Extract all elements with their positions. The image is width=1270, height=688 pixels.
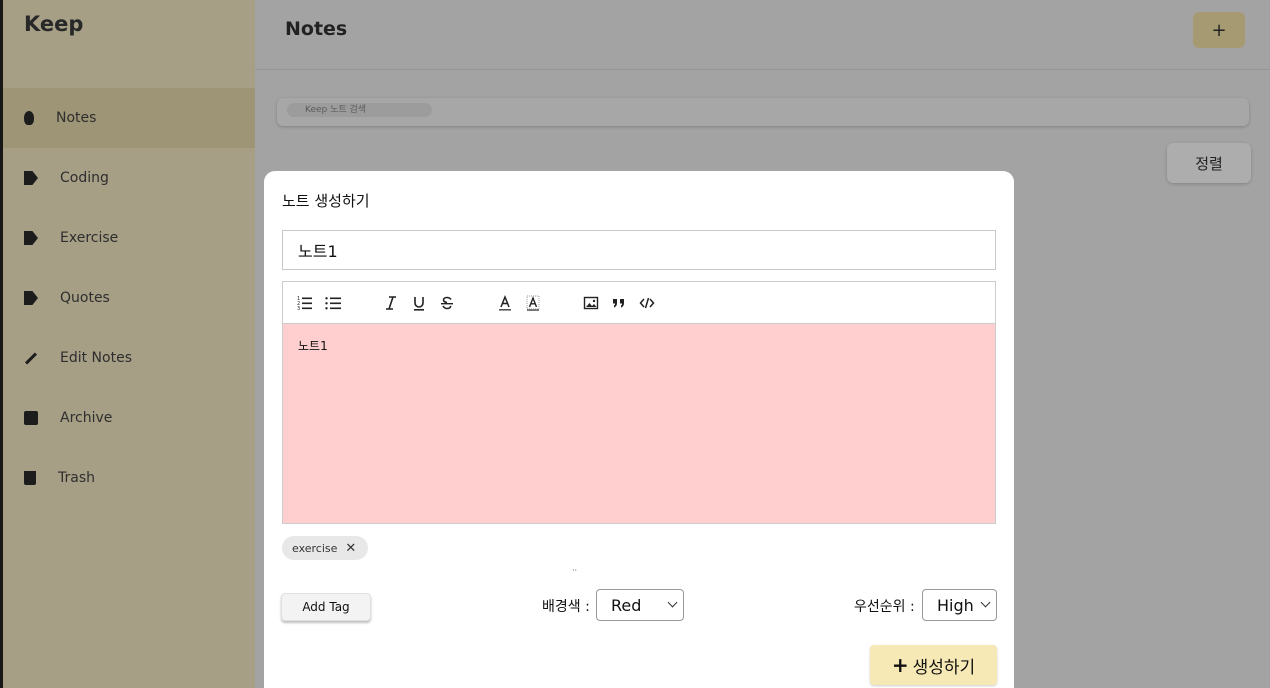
priority-label: 우선순위 : <box>854 599 915 615</box>
code-icon[interactable] <box>637 293 657 313</box>
image-icon[interactable] <box>581 293 601 313</box>
modal-title: 노트 생성하기 <box>282 192 370 210</box>
ordered-list-icon[interactable]: 123 <box>295 293 315 313</box>
svg-text:3: 3 <box>297 306 300 311</box>
background-color-icon[interactable] <box>523 293 543 313</box>
background-color-label: 배경색 : <box>542 599 590 615</box>
font-color-icon[interactable] <box>495 293 515 313</box>
background-color-value: Red <box>611 595 642 615</box>
priority-value: High <box>937 595 974 615</box>
create-button-label: 생성하기 <box>912 657 976 678</box>
create-note-button[interactable]: + 생성하기 <box>870 645 997 685</box>
bullet-list-icon[interactable] <box>323 293 343 313</box>
chevron-down-icon <box>667 597 678 608</box>
editor-toolbar: 123 <box>282 281 996 323</box>
underline-icon[interactable] <box>409 293 429 313</box>
add-tag-button[interactable]: Add Tag <box>281 593 371 621</box>
remove-tag-icon[interactable]: ✕ <box>345 541 356 556</box>
strikethrough-icon[interactable] <box>437 293 457 313</box>
note-title-input[interactable] <box>282 230 996 270</box>
note-content-editor[interactable]: 노트1 <box>282 323 996 524</box>
quote-icon[interactable] <box>609 293 629 313</box>
chevron-down-icon <box>980 597 991 608</box>
plus-icon: + <box>891 653 909 677</box>
priority-select[interactable]: High <box>922 589 997 621</box>
italic-icon[interactable] <box>381 293 401 313</box>
background-color-select[interactable]: Red <box>596 589 684 621</box>
tag-chip-exercise: exercise ✕ <box>282 536 369 560</box>
divider-dots: ·· <box>572 566 578 575</box>
create-note-modal: 노트 생성하기 123 노트1 <box>264 171 1014 688</box>
tag-label: exercise <box>292 541 338 555</box>
